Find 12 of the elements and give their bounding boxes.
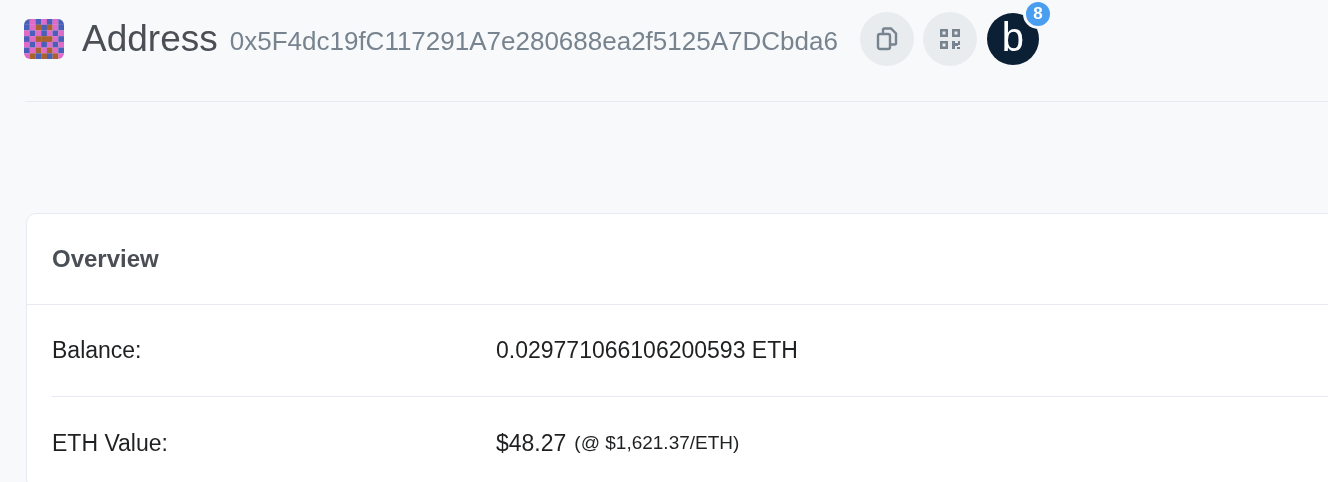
field-value: 0.029771066106200593 ETH [496,336,798,366]
card-title: Overview [52,244,159,274]
identicon-icon [24,19,64,59]
page-title: Address [82,17,218,62]
field-label: Balance: [52,336,143,366]
notification-badge: 8 [1022,0,1053,29]
qr-code-icon [939,29,960,49]
price-note: (@ $1,621.37/ETH) [574,430,740,455]
field-value: $48.27 [496,428,567,458]
address-hash: 0x5F4dc19fC117291A7e280688ea2f5125A7DCbda6 [229,24,838,58]
field-label: ETH Value: [52,428,169,458]
copy-icon [875,27,898,51]
